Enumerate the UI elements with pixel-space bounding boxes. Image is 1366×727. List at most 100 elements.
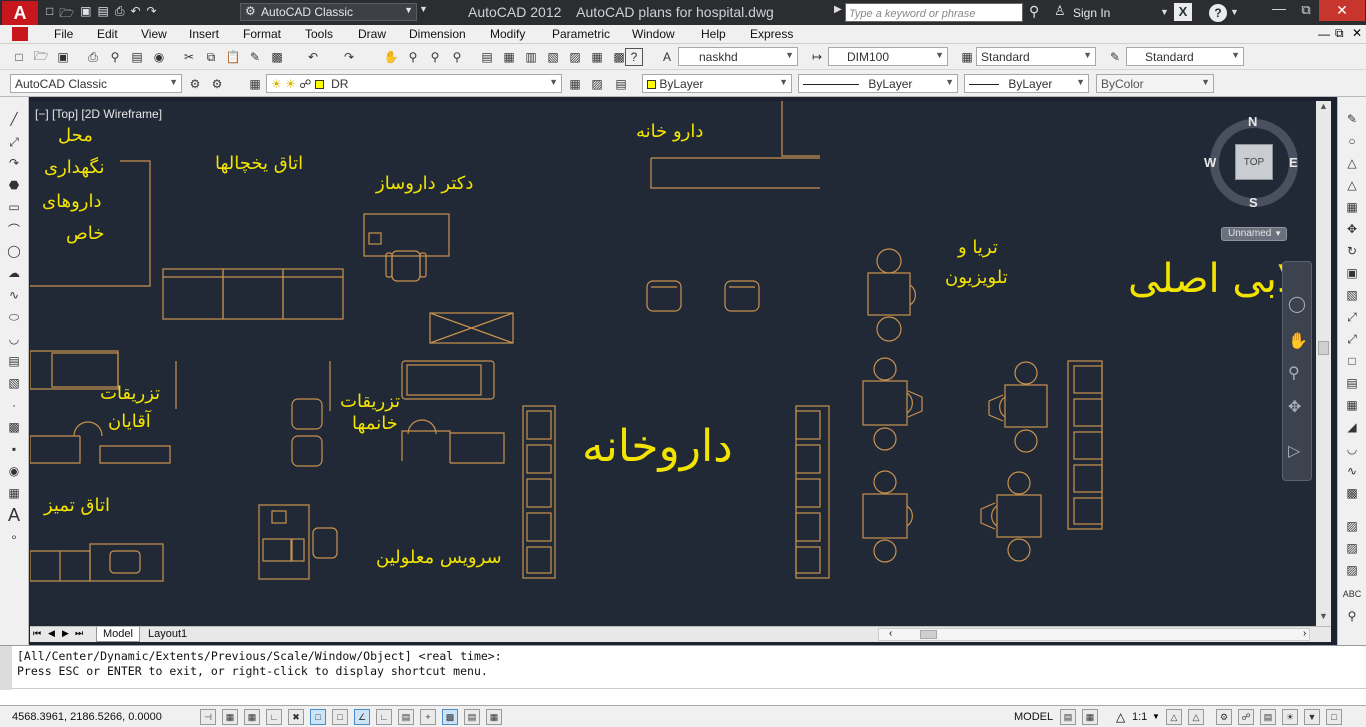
menu-edit[interactable]: Edit: [97, 27, 118, 41]
extend-icon[interactable]: ⤢: [1343, 330, 1361, 348]
explode-icon[interactable]: ▩: [1343, 484, 1361, 502]
workspace-settings-gear-icon[interactable]: ⚙: [186, 75, 204, 93]
rotate-icon[interactable]: ↻: [1343, 242, 1361, 260]
table-style-icon[interactable]: ▦: [958, 48, 976, 66]
qsaveas-icon[interactable]: ▤: [97, 4, 108, 25]
3d-object-snap-icon[interactable]: □: [332, 709, 348, 725]
point-icon[interactable]: ·: [5, 396, 23, 414]
horizontal-scroll-thumb[interactable]: [920, 630, 937, 639]
revcloud-icon[interactable]: ☁: [5, 264, 23, 282]
minimize-window-button[interactable]: —: [1264, 0, 1294, 22]
viewcube-east[interactable]: E: [1289, 155, 1298, 170]
object-snap-icon[interactable]: □: [310, 709, 326, 725]
menu-insert[interactable]: Insert: [189, 27, 219, 41]
array-icon[interactable]: ▦: [1343, 198, 1361, 216]
construction-line-icon[interactable]: ⤢: [5, 133, 23, 151]
selection-cycling-icon[interactable]: ▦: [486, 709, 502, 725]
viewcube-south[interactable]: S: [1249, 195, 1258, 210]
menu-express[interactable]: Express: [750, 27, 793, 41]
make-current-layer-icon[interactable]: ▦: [566, 75, 584, 93]
grid-display-icon[interactable]: ▦: [244, 709, 260, 725]
qundo-icon[interactable]: ↶: [130, 4, 140, 25]
match-properties-icon[interactable]: ✎: [246, 48, 264, 66]
workspace-combo[interactable]: AutoCAD Classic ▼: [10, 74, 182, 93]
ellipse-icon[interactable]: ⬭: [5, 308, 23, 326]
annotation-visibility-icon[interactable]: △: [1166, 709, 1182, 725]
exchange-icon[interactable]: X: [1174, 3, 1192, 21]
scroll-up-icon[interactable]: ▲: [1319, 101, 1328, 111]
insert-block-icon[interactable]: ▤: [5, 352, 23, 370]
scroll-right-icon[interactable]: ›: [1303, 628, 1306, 639]
properties-icon[interactable]: ▤: [478, 48, 496, 66]
close-window-button[interactable]: ✕: [1319, 0, 1365, 21]
offset-icon[interactable]: △: [1343, 176, 1361, 194]
tab-layout1[interactable]: Layout1: [142, 627, 193, 642]
color-combo[interactable]: ByLayer ▼: [642, 74, 792, 93]
showmotion-icon[interactable]: ▷: [1288, 441, 1300, 461]
line-icon[interactable]: ╱: [5, 110, 23, 128]
ortho-mode-icon[interactable]: ∟: [266, 709, 282, 725]
dimension-icon[interactable]: ▨: [1343, 517, 1361, 535]
search-binoculars-icon[interactable]: ⚲: [1029, 3, 1039, 20]
command-input[interactable]: [12, 688, 1366, 704]
auto-scale-icon[interactable]: △: [1188, 709, 1204, 725]
add-selected-icon[interactable]: ∘: [5, 528, 23, 546]
qredo-icon[interactable]: ↷: [147, 4, 157, 25]
menu-modify[interactable]: Modify: [490, 27, 525, 41]
tab-model[interactable]: Model: [96, 627, 140, 642]
quick-properties-icon[interactable]: ▤: [464, 709, 480, 725]
make-block-icon[interactable]: ▧: [5, 374, 23, 392]
layer-combo[interactable]: ☀ ☀ ☍ DR ▼: [266, 74, 562, 93]
table-style-combo[interactable]: Standard ▼: [976, 47, 1096, 66]
ellipse-arc-icon[interactable]: ◡: [5, 330, 23, 348]
text-style-combo[interactable]: naskhd ▼: [678, 47, 798, 66]
find-icon[interactable]: ⚲: [1343, 607, 1361, 625]
vertical-scroll-thumb[interactable]: [1318, 341, 1329, 355]
model-space-toggle[interactable]: MODEL: [1014, 711, 1053, 723]
fillet-icon[interactable]: ◡: [1343, 440, 1361, 458]
stretch-icon[interactable]: ▧: [1343, 286, 1361, 304]
dim-style-combo[interactable]: DIM100 ▼: [828, 47, 948, 66]
pan-icon[interactable]: ✋: [382, 48, 400, 66]
polygon-icon[interactable]: ⬣: [5, 176, 23, 194]
trim-icon[interactable]: ⤢: [1343, 308, 1361, 326]
annotation-scale[interactable]: 1:1: [1132, 711, 1147, 723]
help-chevron-icon[interactable]: ▼: [1230, 7, 1239, 17]
orbit-icon[interactable]: ✥: [1288, 397, 1301, 417]
block-editor-icon[interactable]: ▩: [268, 48, 286, 66]
linetype-combo[interactable]: ByLayer ▼: [798, 74, 958, 93]
tab-first-icon[interactable]: ⏮: [33, 628, 41, 639]
copy-icon[interactable]: ⧉: [202, 48, 220, 66]
help-toolbar-icon[interactable]: ?: [625, 48, 643, 66]
quick-view-drawings-icon[interactable]: ▦: [1082, 709, 1098, 725]
coordinates-readout[interactable]: 4568.3961, 2186.5266, 0.0000: [12, 711, 162, 723]
steering-wheel-icon[interactable]: ◯: [1288, 294, 1306, 314]
menu-dimension[interactable]: Dimension: [409, 27, 466, 41]
autocad-logo-button[interactable]: A: [2, 1, 38, 25]
help-button[interactable]: ?: [1209, 4, 1227, 22]
copy-object-icon[interactable]: ○: [1343, 132, 1361, 150]
blend-curves-icon[interactable]: ∿: [1343, 462, 1361, 480]
menu-format[interactable]: Format: [243, 27, 281, 41]
snap-mode-icon[interactable]: ▦: [222, 709, 238, 725]
ucs-menu-button[interactable]: Unnamed ▼: [1221, 227, 1287, 241]
redo-icon[interactable]: ↷: [340, 48, 358, 66]
menu-file[interactable]: File: [54, 27, 73, 41]
viewcube-top-face[interactable]: TOP: [1235, 144, 1273, 180]
tab-next-icon[interactable]: ▶: [62, 628, 69, 639]
zoom-window-icon[interactable]: ⚲: [426, 48, 444, 66]
erase-icon[interactable]: ✎: [1343, 110, 1361, 128]
save-icon[interactable]: ▣: [54, 48, 72, 66]
dynamic-ucs-icon[interactable]: ∟: [376, 709, 392, 725]
qsave-icon[interactable]: ▣: [80, 4, 91, 25]
plot-style-combo[interactable]: ByColor ▼: [1096, 74, 1214, 93]
table-icon[interactable]: ▦: [5, 484, 23, 502]
command-line-grip[interactable]: [0, 646, 12, 690]
spline-icon[interactable]: ∿: [5, 286, 23, 304]
polyline-icon[interactable]: ↷: [5, 154, 23, 172]
join-icon[interactable]: ▦: [1343, 396, 1361, 414]
sign-in-button[interactable]: Sign In: [1073, 6, 1110, 20]
design-center-icon[interactable]: ▦: [500, 48, 518, 66]
qnew-icon[interactable]: □: [46, 4, 53, 25]
menu-draw[interactable]: Draw: [358, 27, 386, 41]
